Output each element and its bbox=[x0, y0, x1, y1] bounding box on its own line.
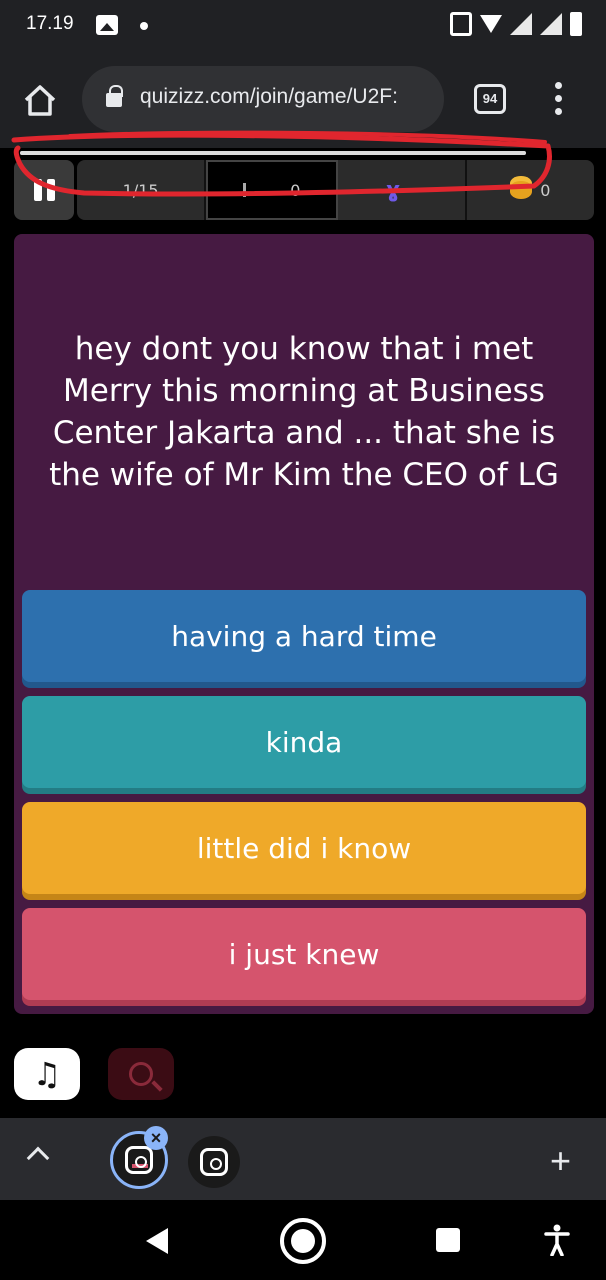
menu-dots-icon[interactable] bbox=[552, 82, 564, 118]
signal-icon bbox=[510, 13, 532, 35]
question-counter: 1/15 bbox=[77, 160, 207, 220]
quizizz-bubble-icon bbox=[200, 1148, 228, 1176]
plus-icon[interactable]: + bbox=[550, 1140, 571, 1182]
notification-dot-icon bbox=[140, 22, 148, 30]
back-icon[interactable] bbox=[146, 1228, 168, 1254]
home-nav-icon[interactable] bbox=[280, 1218, 326, 1264]
answer-option-2[interactable]: kinda bbox=[22, 696, 586, 788]
streak-icon: ɣ bbox=[386, 177, 401, 203]
vibrate-icon bbox=[450, 12, 472, 36]
streak: ɣ – bbox=[338, 160, 467, 220]
timer-value: 0 bbox=[290, 180, 301, 200]
quiz-game: 1/15 0 ɣ – 0 hey dont you know that i me… bbox=[0, 148, 606, 1118]
music-toggle-button[interactable]: ♫ bbox=[14, 1048, 80, 1100]
chevron-up-icon[interactable] bbox=[26, 1146, 50, 1170]
status-bar: 17.19 bbox=[0, 0, 606, 52]
system-icons bbox=[450, 12, 582, 36]
tab-switcher-button[interactable]: 94 bbox=[474, 84, 506, 114]
gallery-icon bbox=[96, 15, 118, 35]
music-note-icon: ♫ bbox=[32, 1055, 62, 1093]
wifi-icon bbox=[480, 15, 502, 33]
answer-option-4[interactable]: i just knew bbox=[22, 908, 586, 1000]
home-icon[interactable] bbox=[20, 80, 60, 120]
answer-option-3[interactable]: little did i know bbox=[22, 802, 586, 894]
accessibility-icon[interactable] bbox=[544, 1224, 570, 1256]
battery-icon bbox=[570, 12, 582, 36]
pause-icon bbox=[33, 179, 42, 201]
streak-value: – bbox=[408, 180, 417, 200]
clock: 17.19 bbox=[26, 13, 74, 34]
quizizz-bubble-icon bbox=[125, 1146, 153, 1174]
coin-count: 0 bbox=[540, 180, 551, 200]
navigation-bar bbox=[0, 1200, 606, 1280]
signal-icon bbox=[540, 13, 562, 35]
lock-icon bbox=[106, 85, 123, 107]
coins: 0 bbox=[467, 160, 594, 220]
bubbles-bar: × + bbox=[0, 1118, 606, 1200]
recents-icon[interactable] bbox=[436, 1228, 460, 1252]
question-text: hey dont you know that i met Merry this … bbox=[49, 331, 559, 493]
timer: 0 bbox=[206, 160, 338, 220]
answer-option-1[interactable]: having a hard time bbox=[22, 590, 586, 682]
browser-toolbar: quizizz.com/join/game/U2F: 94 bbox=[0, 52, 606, 148]
url-text[interactable]: quizizz.com/join/game/U2F: bbox=[140, 85, 430, 109]
pause-button[interactable] bbox=[14, 160, 74, 220]
close-icon[interactable]: × bbox=[144, 1126, 168, 1150]
address-bar[interactable]: quizizz.com/join/game/U2F: bbox=[82, 66, 444, 132]
game-hud: 1/15 0 ɣ – 0 bbox=[14, 160, 594, 220]
quizizz-bubble[interactable] bbox=[188, 1136, 240, 1188]
coin-icon bbox=[510, 181, 533, 199]
progress-fill bbox=[20, 151, 526, 155]
progress-bar bbox=[20, 151, 526, 155]
question-card: hey dont you know that i met Merry this … bbox=[14, 234, 594, 1014]
hud-stats: 1/15 0 ɣ – 0 bbox=[77, 160, 594, 220]
zoom-in-icon bbox=[129, 1062, 153, 1086]
zoom-button[interactable] bbox=[108, 1048, 174, 1100]
